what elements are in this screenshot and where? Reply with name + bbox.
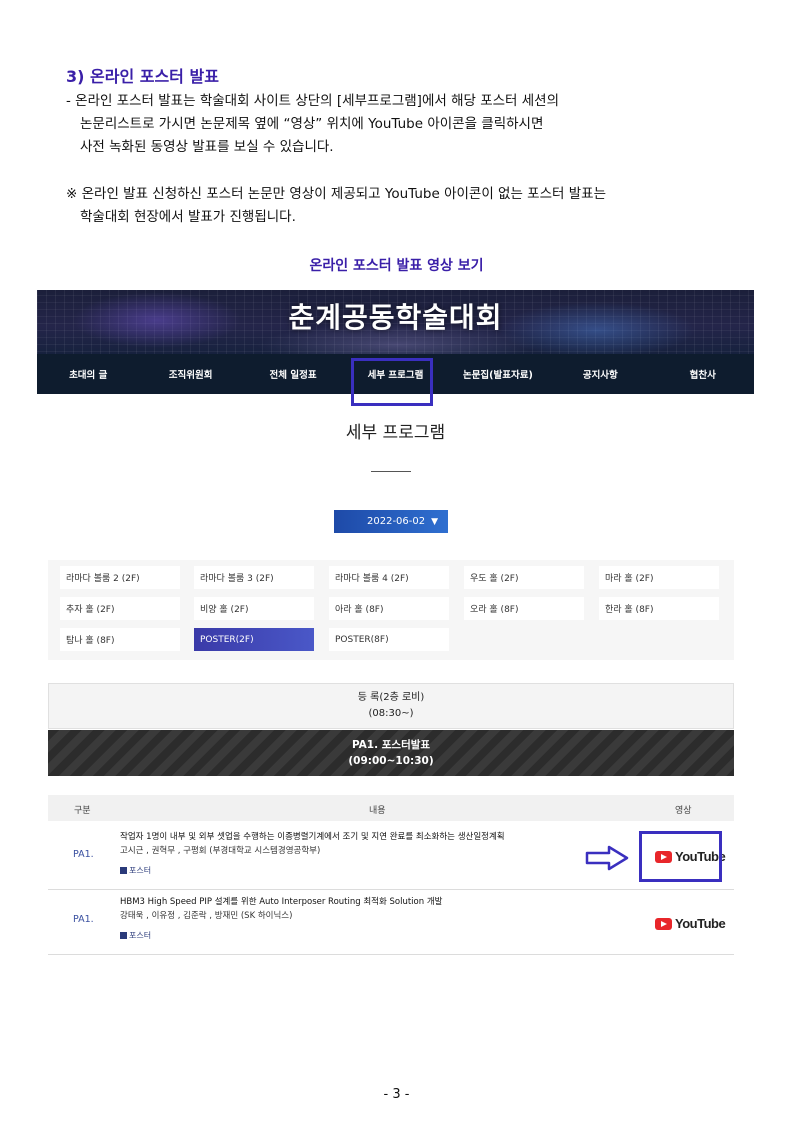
banner-title: 춘계공동학술대회 [288, 301, 503, 334]
column-header-code: 구분 [74, 806, 91, 816]
chevron-down-icon: ▼ [431, 516, 438, 527]
bullet-line-2: 논문리스트로 가시면 논문제목 옆에 “영상” 위치에 YouTube 아이콘을… [80, 116, 544, 132]
page-number: - 3 - [383, 1087, 410, 1102]
sub-heading: 온라인 포스터 발표 영상 보기 [309, 258, 484, 274]
paper-authors: 고시근 , 권혁무 , 구평회 (부경대학교 시스템경영공학부) [120, 846, 321, 856]
table-row: PA1. HBM3 High Speed PIP 설계를 위한 Auto Int… [48, 890, 734, 955]
room-tab[interactable]: 아라 홀 (8F) [329, 597, 449, 620]
save-icon [120, 867, 127, 874]
note-paragraph: ※ 온라인 발표 신청하신 포스터 논문만 영상이 제공되고 YouTube 아… [66, 183, 606, 229]
site-screenshot: 춘계공동학술대회 초대의 글 조직위원회 전체 일정표 세부 프로그램 논문집(… [37, 290, 754, 960]
highlight-box-program [351, 358, 433, 406]
bullet-paragraph: - 온라인 포스터 발표는 학술대회 사이트 상단의 [세부프로그램]에서 해당… [66, 90, 559, 159]
room-tab[interactable]: 탐나 홀 (8F) [60, 628, 180, 651]
nav-item-committee[interactable]: 조직위원회 [139, 367, 241, 381]
row-code: PA1. [73, 849, 94, 860]
note-line-2: 학술대회 현장에서 발표가 진행됩니다. [80, 209, 296, 225]
youtube-button[interactable]: YouTube [655, 916, 726, 931]
section-heading: 3) 온라인 포스터 발표 [66, 67, 219, 86]
youtube-label: YouTube [675, 916, 726, 931]
poster-link[interactable]: 포스터 [120, 865, 151, 876]
nav-item-sponsors[interactable]: 협찬사 [652, 367, 754, 381]
column-header-content: 내용 [369, 806, 386, 816]
youtube-icon [655, 917, 672, 930]
poster-label: 포스터 [129, 866, 152, 875]
session-time: (09:00~10:30) [348, 755, 434, 767]
room-tab[interactable]: 비양 홀 (2F) [194, 597, 314, 620]
bullet-line-1: - 온라인 포스터 발표는 학술대회 사이트 상단의 [세부프로그램]에서 해당… [66, 93, 560, 109]
registration-label: 등 록(2층 로비) [357, 692, 425, 703]
session-header: PA1. 포스터발표 (09:00~10:30) [48, 730, 734, 776]
paper-title[interactable]: 작업자 1명이 내부 및 외부 셋업을 수행하는 이종병렬기계에서 조기 및 지… [120, 830, 505, 842]
row-code: PA1. [73, 914, 94, 925]
registration-block: 등 록(2층 로비) (08:30~) [48, 683, 734, 729]
save-icon [120, 932, 127, 939]
room-tab-active[interactable]: POSTER(2F) [194, 628, 314, 651]
room-tab[interactable]: 라마다 볼룸 4 (2F) [329, 566, 449, 589]
paper-authors: 강태욱 , 이유정 , 김준락 , 방재민 (SK 하이닉스) [120, 911, 293, 921]
nav-item-schedule[interactable]: 전체 일정표 [242, 367, 344, 381]
arrow-right-icon [585, 845, 629, 871]
date-value: 2022-06-02 [367, 516, 426, 527]
room-tab[interactable]: POSTER(8F) [329, 628, 449, 651]
registration-time: (08:30~) [368, 708, 414, 719]
page-title: 세부 프로그램 [345, 423, 446, 443]
highlight-box-youtube [639, 831, 722, 882]
column-header-video: 영상 [675, 806, 692, 816]
room-grid: 라마다 볼룸 2 (2F) 라마다 볼룸 3 (2F) 라마다 볼룸 4 (2F… [48, 560, 734, 660]
table-header: 구분 내용 영상 [48, 795, 734, 821]
nav-item-proceedings[interactable]: 논문집(발표자료) [447, 367, 549, 381]
bullet-line-3: 사전 녹화된 동영상 발표를 보실 수 있습니다. [80, 139, 334, 155]
room-tab[interactable]: 우도 홀 (2F) [464, 566, 584, 589]
table-row: PA1. 작업자 1명이 내부 및 외부 셋업을 수행하는 이종병렬기계에서 조… [48, 825, 734, 890]
room-tab[interactable]: 추자 홀 (2F) [60, 597, 180, 620]
paper-title[interactable]: HBM3 High Speed PIP 설계를 위한 Auto Interpos… [120, 895, 442, 907]
nav-item-notices[interactable]: 공지사항 [549, 367, 651, 381]
room-tab[interactable]: 라마다 볼룸 3 (2F) [194, 566, 314, 589]
poster-link[interactable]: 포스터 [120, 930, 151, 941]
date-select[interactable]: 2022-06-02 ▼ [334, 510, 448, 533]
nav-item-welcome[interactable]: 초대의 글 [37, 367, 139, 381]
note-line-1: ※ 온라인 발표 신청하신 포스터 논문만 영상이 제공되고 YouTube 아… [66, 186, 606, 202]
room-tab[interactable]: 오라 홀 (8F) [464, 597, 584, 620]
poster-label: 포스터 [129, 931, 152, 940]
session-label: PA1. 포스터발표 [351, 739, 431, 751]
room-tab[interactable]: 한라 홀 (8F) [599, 597, 719, 620]
room-tab[interactable]: 마라 홀 (2F) [599, 566, 719, 589]
room-tab[interactable]: 라마다 볼룸 2 (2F) [60, 566, 180, 589]
title-divider [371, 471, 411, 472]
